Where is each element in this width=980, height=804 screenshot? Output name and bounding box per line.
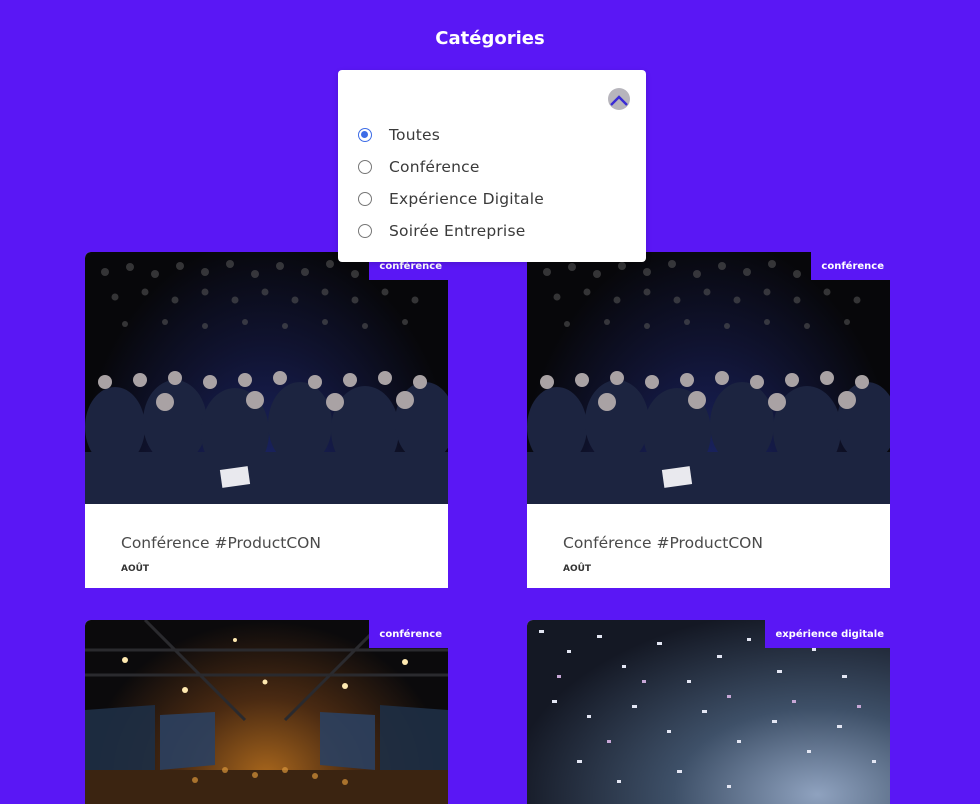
radio-button[interactable] <box>358 224 372 238</box>
event-image <box>527 252 890 504</box>
chevron-up-icon <box>610 95 628 106</box>
card-body: Conférence #ProductCON AOÛT <box>527 504 890 588</box>
category-badge: conférence <box>369 620 448 648</box>
radio-button[interactable] <box>358 160 372 174</box>
event-card[interactable]: expérience digitale <box>527 620 890 804</box>
category-badge: conférence <box>811 252 890 280</box>
filter-option-label: Toutes <box>389 126 441 144</box>
filter-option-toutes[interactable]: Toutes <box>358 123 440 147</box>
collapse-button[interactable] <box>608 88 630 110</box>
event-title[interactable]: Conférence #ProductCON <box>121 534 321 552</box>
filter-option-label: Expérience Digitale <box>389 190 544 208</box>
filter-option-conference[interactable]: Conférence <box>358 155 480 179</box>
card-body: Conférence #ProductCON AOÛT <box>85 504 448 588</box>
radio-button[interactable] <box>358 192 372 206</box>
event-card[interactable]: conférence <box>85 620 448 804</box>
page-title: Catégories <box>435 28 545 49</box>
event-date: AOÛT <box>563 564 592 574</box>
filter-option-experience-digitale[interactable]: Expérience Digitale <box>358 187 544 211</box>
audience-photo <box>527 260 890 504</box>
event-date: AOÛT <box>121 564 150 574</box>
category-filter-panel: Toutes Conférence Expérience Digitale So… <box>338 70 646 262</box>
filter-option-label: Soirée Entreprise <box>389 222 526 240</box>
radio-button[interactable] <box>358 128 372 142</box>
filter-option-soiree-entreprise[interactable]: Soirée Entreprise <box>358 219 525 243</box>
event-card[interactable]: conférence Conférence #ProductCON AOÛT <box>85 252 448 588</box>
event-title[interactable]: Conférence #ProductCON <box>563 534 763 552</box>
category-badge: expérience digitale <box>765 620 890 648</box>
audience-photo <box>85 260 448 504</box>
event-image <box>85 252 448 504</box>
event-card[interactable]: conférence Conférence #ProductCON AOÛT <box>527 252 890 588</box>
filter-option-label: Conférence <box>389 158 480 176</box>
